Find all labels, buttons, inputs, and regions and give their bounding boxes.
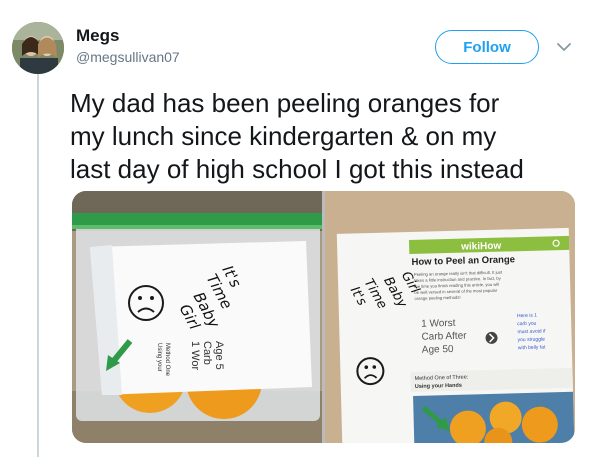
ad-side-line: carb you — [517, 321, 537, 328]
ad-side-line: Here is 1 — [517, 313, 537, 320]
author-handle[interactable]: @megsullivan07 — [76, 49, 180, 65]
printed-fragment: Using your — [156, 343, 162, 372]
printed-fragment: Method One — [164, 343, 170, 377]
tweet-text-line: my lunch since kindergarten & on my — [70, 121, 497, 151]
printed-fragment: Carb — [201, 341, 213, 365]
media-grid: It's Time Baby Girl 1 Wor Carb Age 5 Met… — [72, 191, 575, 443]
ad-line: Age 50 — [422, 344, 454, 356]
avatar[interactable] — [12, 22, 64, 74]
site-logo: wikiHow — [460, 241, 502, 253]
tweet-card: Megs @megsullivan07 Follow My dad has be… — [0, 0, 595, 457]
ad-line: 1 Worst — [421, 318, 456, 330]
author-name[interactable]: Megs — [76, 26, 119, 46]
ad-side-line: you struggle — [518, 337, 546, 344]
ad-side-line: with belly fat — [518, 344, 546, 351]
chevron-down-icon[interactable] — [552, 36, 576, 58]
ad-side-line: must avoid if — [517, 328, 546, 335]
photo-wikihow-printout[interactable]: wikiHow How to Peel an Orange Peeling an… — [325, 191, 575, 443]
follow-button[interactable]: Follow — [435, 30, 539, 64]
photo-ziplock-bag[interactable]: It's Time Baby Girl 1 Wor Carb Age 5 Met… — [72, 191, 322, 443]
thread-line — [37, 74, 39, 457]
printed-fragment: 1 Wor — [189, 341, 201, 370]
tweet-text: My dad has been peeling oranges for my l… — [70, 87, 585, 186]
tweet-text-line: My dad has been peeling oranges for — [70, 88, 500, 118]
tweet-text-line: last day of high school I got this inste… — [70, 154, 524, 184]
printed-fragment: Age 5 — [213, 341, 225, 370]
ad-line: Carb After — [421, 331, 467, 343]
method-heading: Using your Hands — [415, 383, 462, 390]
